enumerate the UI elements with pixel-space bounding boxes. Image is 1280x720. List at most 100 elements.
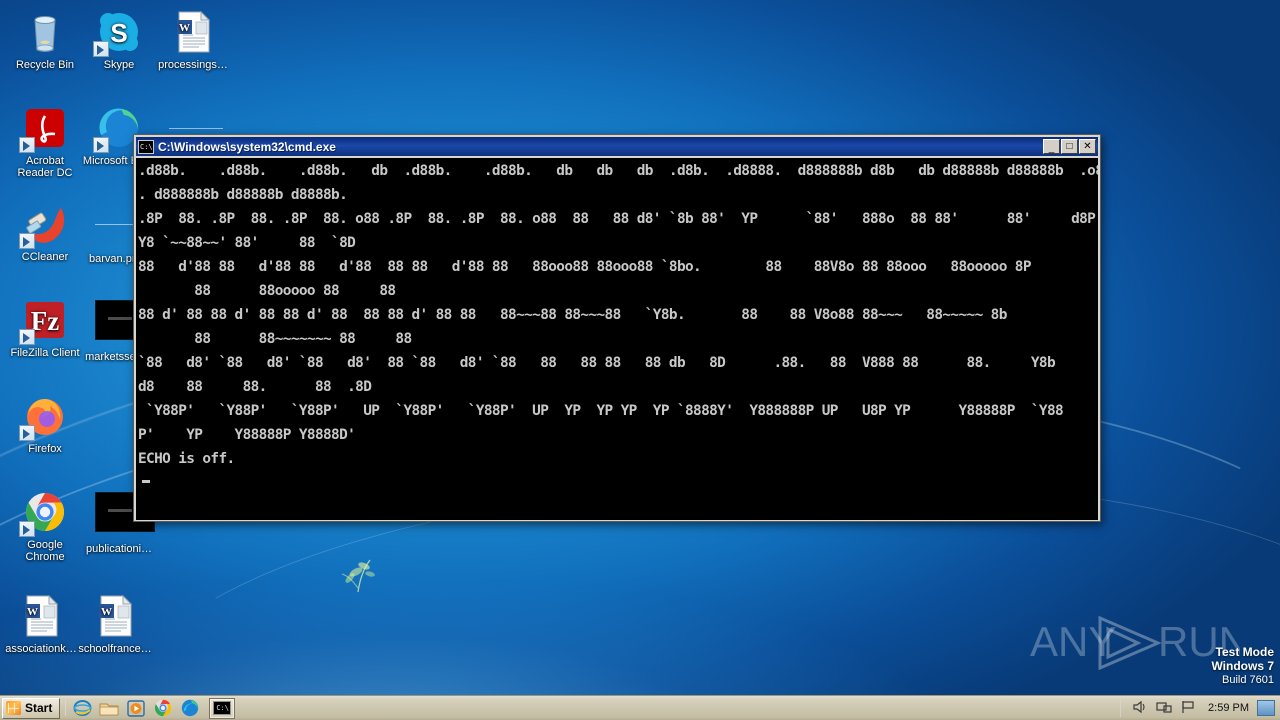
taskbar-clock[interactable]: 2:59 PM xyxy=(1208,702,1249,714)
tray-separator xyxy=(1120,699,1122,717)
maximize-icon: □ xyxy=(1066,141,1073,152)
edge-icon xyxy=(182,699,199,717)
console-line: 88 d' 88 88 d' 88 88 d' 88 88 88 d' 88 8… xyxy=(138,307,1007,323)
console-line: d8 88 88. 88 .8D xyxy=(138,379,372,395)
network-icon[interactable] xyxy=(1155,699,1173,717)
flag-glyph xyxy=(1182,701,1194,713)
svg-text:S: S xyxy=(110,18,127,48)
quicklaunch-internet-explorer[interactable] xyxy=(71,698,93,719)
desktop-icon-label: publicationi… xyxy=(85,543,153,555)
desktop-icon-label: CCleaner xyxy=(21,251,69,263)
icon-graphic: S xyxy=(93,8,143,57)
cmd-titlebar[interactable]: C:\Windows\system32\cmd.exe _ □ ✕ xyxy=(136,137,1098,156)
desktop-icon-label: FileZilla Client xyxy=(10,347,80,359)
media-player-icon xyxy=(127,699,146,717)
desktop-icon-google-chrome[interactable]: Google Chrome xyxy=(8,488,82,563)
start-button-label: Start xyxy=(25,701,53,715)
console-cursor xyxy=(142,480,150,483)
console-line: ECHO is off. xyxy=(138,451,235,467)
desktop-icon-processings[interactable]: Wprocessings… xyxy=(156,8,230,72)
folder-explorer-icon xyxy=(99,703,119,715)
console-line: `Y88P' `Y88P' `Y88P' UP `Y88P' `Y88P' UP… xyxy=(138,403,1064,419)
cmd-window-title: C:\Windows\system32\cmd.exe xyxy=(158,139,336,154)
action-center-flag-icon[interactable] xyxy=(1179,699,1197,717)
volume-icon[interactable] xyxy=(1131,699,1149,717)
word-doc-icon: W xyxy=(99,594,133,637)
cmd-taskbar-icon: C:\ xyxy=(213,701,232,715)
shortcut-arrow-icon xyxy=(19,521,35,537)
desktop-icon-skype[interactable]: S Skype xyxy=(82,8,156,72)
icon-graphic xyxy=(21,8,69,56)
wallpaper-glow xyxy=(0,490,1280,720)
word-doc-icon: W xyxy=(177,10,211,53)
desktop-icon-label: Skype xyxy=(103,59,135,71)
recycle-bin-icon xyxy=(34,16,56,52)
minimize-icon: _ xyxy=(1048,143,1055,154)
console-line: P' YP Y88888P Y8888D' xyxy=(138,427,356,443)
svg-text:W: W xyxy=(101,606,112,618)
start-button[interactable]: Start xyxy=(2,697,61,719)
desktop-icon-label: Recycle Bin xyxy=(15,59,75,71)
console-output-area[interactable]: .d88b. .d88b. .d88b. db .d88b. .d88b. db… xyxy=(136,158,1098,520)
desktop-icon-label: Firefox xyxy=(28,443,62,455)
maximize-button[interactable]: □ xyxy=(1061,139,1078,154)
desktop-icon-acrobat-reader-dc[interactable]: Acrobat Reader DC xyxy=(8,104,82,179)
thumbnail-content xyxy=(108,317,132,320)
quicklaunch-google-chrome[interactable] xyxy=(152,698,174,719)
desktop-icon-firefox[interactable]: Firefox xyxy=(8,392,82,456)
icon-graphic: Fz xyxy=(19,296,69,345)
console-line: .8P 88. .8P 88. .8P 88. o88 .8P 88. .8P … xyxy=(138,211,1096,227)
console-line: .d88b. .d88b. .d88b. db .d88b. .d88b. db… xyxy=(138,163,1098,179)
thumbnail-content xyxy=(169,128,223,129)
system-tray[interactable]: 2:59 PM xyxy=(1120,696,1280,720)
shortcut-arrow-icon xyxy=(19,425,35,441)
cmd-icon xyxy=(138,139,154,154)
desktop-icon-schoolfrance[interactable]: Wschoolfrance… xyxy=(78,592,152,656)
icon-graphic: W xyxy=(91,592,139,640)
windows-flag-icon xyxy=(6,701,21,715)
taskbar-task-cmd[interactable]: C:\ xyxy=(209,697,236,719)
console-line: . d888888b d88888b d8888b. xyxy=(138,187,348,203)
shortcut-arrow-icon xyxy=(19,137,35,153)
taskbar[interactable]: Start C:\ 2:59 PM xyxy=(0,695,1280,720)
console-line: 88 88~~~~~~~ 88 88 xyxy=(138,331,412,347)
quicklaunch-media-player[interactable] xyxy=(125,698,147,719)
console-line: 88 88ooooo 88 88 xyxy=(138,283,396,299)
desktop[interactable]: Recycle Bin S Skype Wprocessings… Acrobat… xyxy=(0,0,1280,720)
svg-text:Fz: Fz xyxy=(31,306,59,336)
shortcut-arrow-icon xyxy=(93,41,109,57)
minimize-button[interactable]: _ xyxy=(1043,139,1060,154)
desktop-icon-label: associationk… xyxy=(5,643,77,655)
internet-explorer-icon xyxy=(73,700,92,716)
console-line: Y8 `~~88~~' 88' 88 `8D xyxy=(138,235,356,251)
desktop-icon-associationk[interactable]: Wassociationk… xyxy=(4,592,78,656)
quicklaunch-microsoft-edge[interactable] xyxy=(179,698,201,719)
close-icon: ✕ xyxy=(1083,141,1092,152)
icon-graphic xyxy=(19,104,69,153)
shortcut-arrow-icon xyxy=(19,233,35,249)
desktop-icon-label: schoolfrance… xyxy=(78,643,152,655)
shortcut-arrow-icon xyxy=(93,137,109,153)
console-lines: .d88b. .d88b. .d88b. db .d88b. .d88b. db… xyxy=(138,159,1098,471)
desktop-icon-label: processings… xyxy=(158,59,228,71)
chrome-icon xyxy=(155,699,172,717)
shortcut-arrow-icon xyxy=(19,329,35,345)
desktop-icon-label: Acrobat Reader DC xyxy=(17,155,73,179)
close-button[interactable]: ✕ xyxy=(1079,139,1096,154)
svg-text:W: W xyxy=(179,22,190,34)
icon-graphic xyxy=(19,392,69,441)
speaker-glyph xyxy=(1133,700,1145,714)
show-desktop-button[interactable] xyxy=(1257,700,1275,716)
icon-graphic xyxy=(19,488,69,537)
cmd-window[interactable]: C:\Windows\system32\cmd.exe _ □ ✕ .d88b.… xyxy=(133,134,1101,522)
desktop-icon-filezilla-client[interactable]: Fz FileZilla Client xyxy=(8,296,82,360)
desktop-icon-ccleaner[interactable]: CCleaner xyxy=(8,200,82,264)
desktop-icon-label: Google Chrome xyxy=(25,539,65,563)
quicklaunch-windows-explorer[interactable] xyxy=(98,698,120,719)
icon-graphic: W xyxy=(169,8,217,56)
icon-graphic xyxy=(19,200,69,249)
quicklaunch-separator xyxy=(65,700,67,716)
desktop-icon-recycle-bin[interactable]: Recycle Bin xyxy=(8,8,82,72)
console-cursor-line xyxy=(138,471,1098,495)
icon-graphic: W xyxy=(17,592,65,640)
